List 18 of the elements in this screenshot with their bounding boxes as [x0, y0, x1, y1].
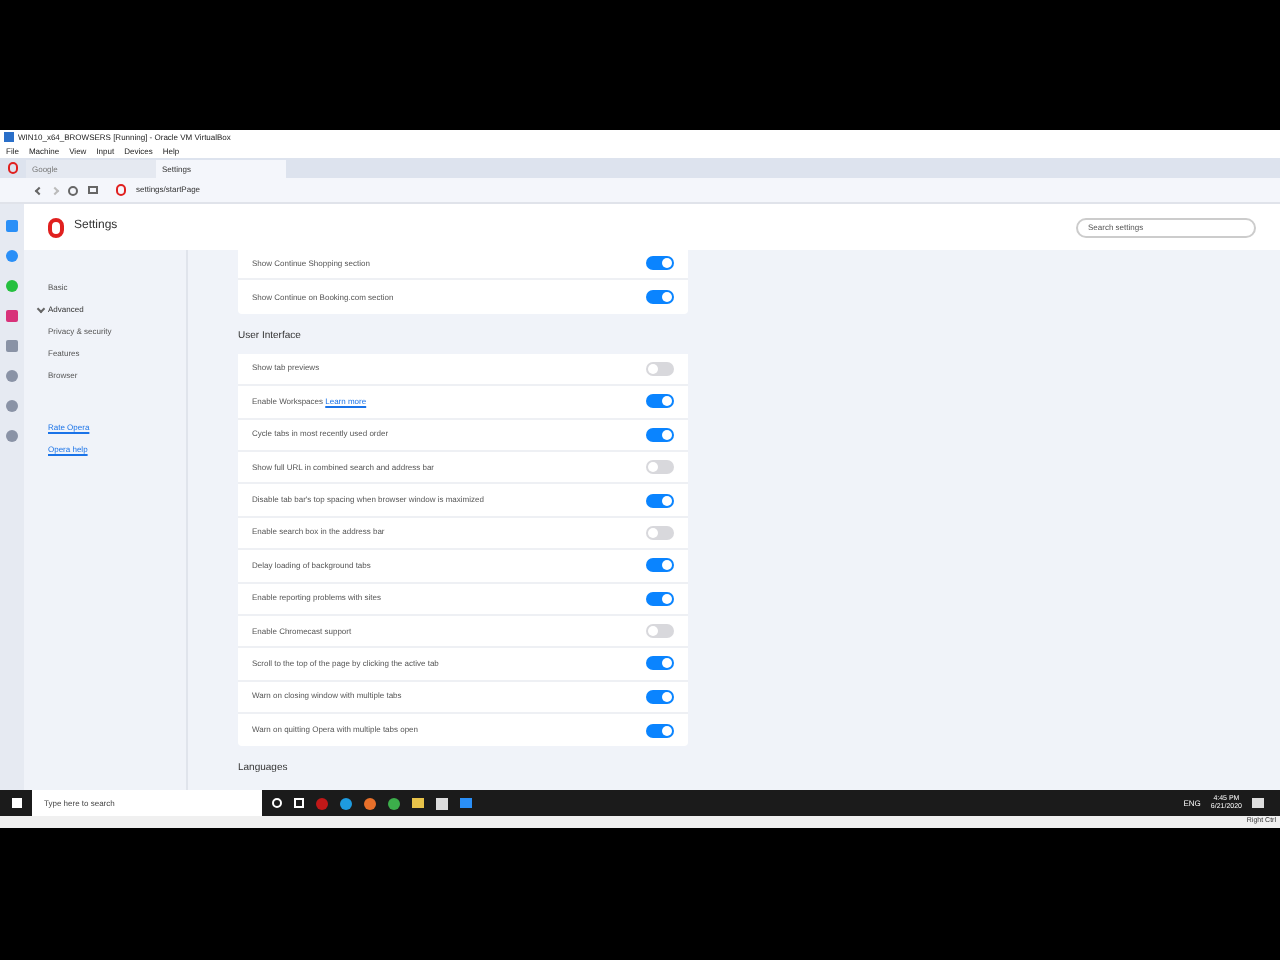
- toggle-switch[interactable]: [646, 460, 674, 475]
- toggle-switch[interactable]: [646, 394, 674, 409]
- opera-logo-icon: [48, 217, 64, 237]
- toggle-switch[interactable]: [646, 361, 674, 376]
- toggle-switch[interactable]: [646, 256, 674, 271]
- toggle-switch[interactable]: [646, 290, 674, 305]
- toggle-switch[interactable]: [646, 493, 674, 508]
- toggle-switch[interactable]: [646, 591, 674, 606]
- toggle-switch[interactable]: [646, 558, 674, 573]
- toggle-switch[interactable]: [646, 689, 674, 704]
- logo-icon: [8, 162, 18, 174]
- opera-icon: [116, 184, 126, 196]
- toggle-switch[interactable]: [646, 525, 674, 540]
- toggle-switch[interactable]: [646, 624, 674, 639]
- toggle-switch[interactable]: [646, 656, 674, 671]
- toggle-switch[interactable]: [646, 427, 674, 442]
- toggle-switch[interactable]: [646, 723, 674, 738]
- back-icon[interactable]: [34, 185, 44, 195]
